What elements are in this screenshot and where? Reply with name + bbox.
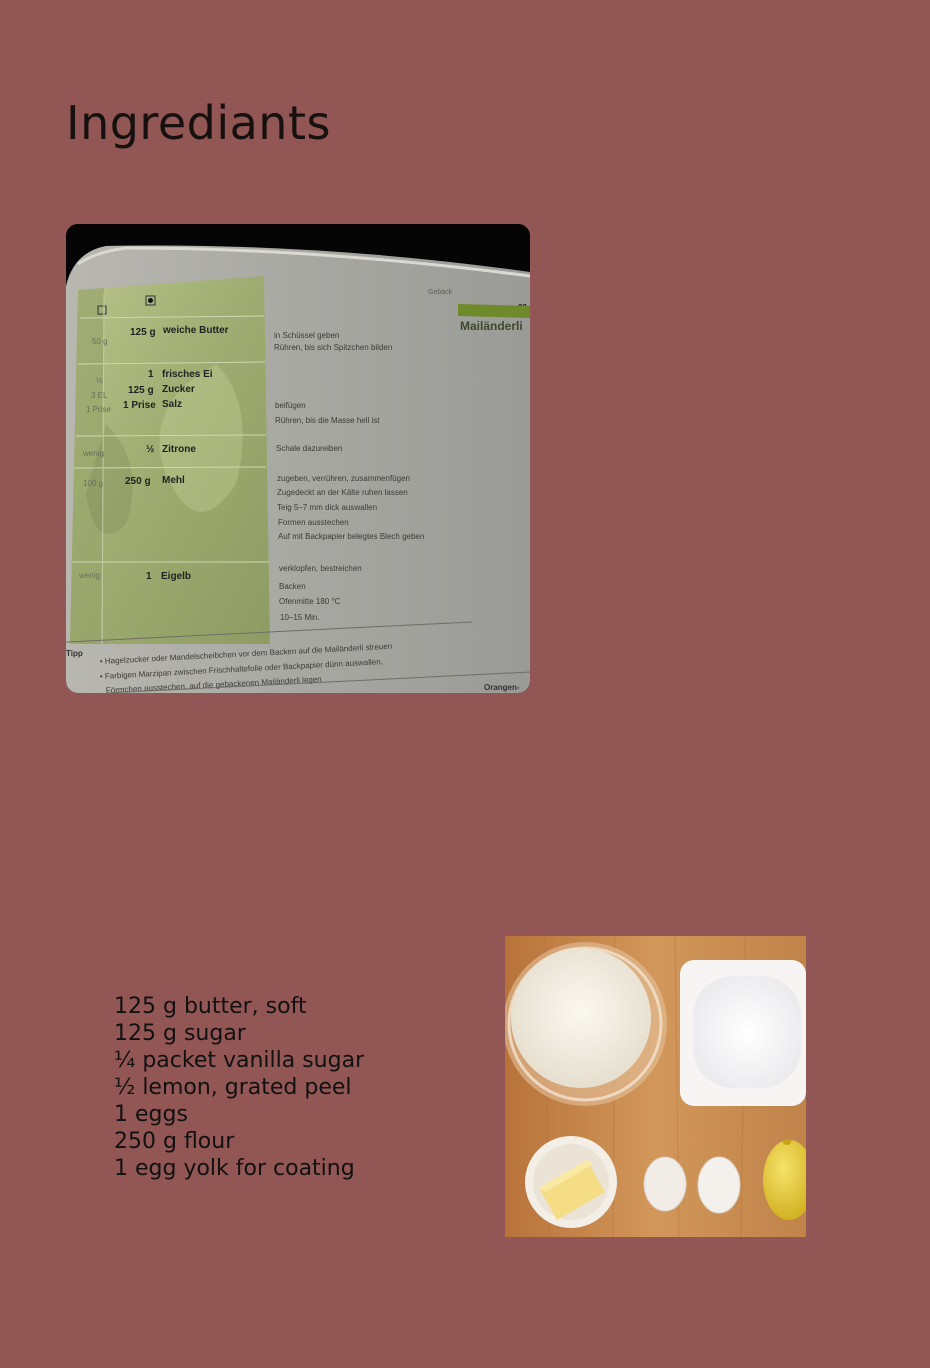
svg-text:Rühren, bis die Masse hell ist: Rühren, bis die Masse hell ist [275,416,380,425]
ingredient-item: ¼ packet vanilla sugar [114,1048,365,1073]
svg-text:Zitrone: Zitrone [162,444,196,455]
svg-text:Ofenmitte 180 °C: Ofenmitte 180 °C [279,597,341,606]
svg-text:3 EL: 3 EL [91,391,108,400]
svg-text:Salz: Salz [162,399,182,410]
ingredient-item: 125 g sugar [114,1021,246,1046]
ingredient-item: 1 eggs [114,1102,188,1127]
flour [511,948,651,1088]
recipe-title: Mailänderli [460,319,523,333]
egg [697,1156,741,1214]
svg-text:1: 1 [146,571,152,582]
svg-text:in Schüssel geben: in Schüssel geben [274,331,339,340]
ingredient-item: 250 g flour [114,1129,235,1154]
ingredient-item: 1 egg yolk for coating [114,1156,355,1181]
svg-text:Orangen-: Orangen- [484,683,520,692]
svg-text:wenig: wenig [78,571,100,580]
sugar [693,976,801,1088]
svg-text:Backen: Backen [279,582,306,591]
svg-text:½: ½ [146,444,154,455]
svg-text:125 g: 125 g [130,327,156,338]
svg-text:1 Prise: 1 Prise [86,405,111,414]
svg-text:Mehl: Mehl [162,475,185,486]
svg-text:Formen ausstechen: Formen ausstechen [278,518,349,527]
ingredient-item: ½ lemon, grated peel [114,1075,352,1100]
svg-text:½: ½ [96,376,103,385]
svg-text:weiche Butter: weiche Butter [162,325,229,336]
svg-text:1: 1 [148,369,154,380]
svg-text:Rühren, bis sich Spitzchen bil: Rühren, bis sich Spitzchen bilden [274,343,392,352]
book-section-label: Gebäck [428,289,453,296]
egg [643,1156,687,1212]
svg-text:Zugedeckt an der Kälte ruhen l: Zugedeckt an der Kälte ruhen lassen [277,488,408,497]
ingredients-photo [505,936,806,1237]
svg-text:wenig: wenig [82,449,104,458]
svg-text:beifügen: beifügen [275,401,306,410]
svg-text:10–15 Min.: 10–15 Min. [280,613,320,622]
page-title: Ingrediants [66,96,331,150]
recipe-book-photo: Gebäck 29 Mailänderli 50 g 125 g weiche … [66,224,530,693]
svg-text:Auf mit Backpapier belegtes Bl: Auf mit Backpapier belegtes Blech geben [278,532,424,541]
svg-text:Tipp: Tipp [66,649,83,658]
svg-text:125 g: 125 g [128,385,154,396]
svg-text:verklopfen, bestreichen: verklopfen, bestreichen [279,564,362,573]
ingredient-item: 125 g butter, soft [114,994,307,1019]
svg-text:frisches Ei: frisches Ei [162,369,213,380]
ingredient-list: 125 g butter, soft 125 g sugar ¼ packet … [114,993,364,1182]
svg-text:zugeben, verrühren, zusammenfü: zugeben, verrühren, zusammenfügen [277,474,410,483]
svg-text:250 g: 250 g [125,476,151,487]
svg-text:50 g: 50 g [92,337,108,346]
svg-text:Teig 5–7 mm dick auswallen: Teig 5–7 mm dick auswallen [277,503,377,512]
svg-text:Schale dazureiben: Schale dazureiben [276,444,342,453]
svg-text:1 Prise: 1 Prise [123,400,156,411]
svg-text:100 g: 100 g [83,479,103,488]
svg-text:Eigelb: Eigelb [161,571,191,582]
svg-text:Zucker: Zucker [162,384,195,395]
